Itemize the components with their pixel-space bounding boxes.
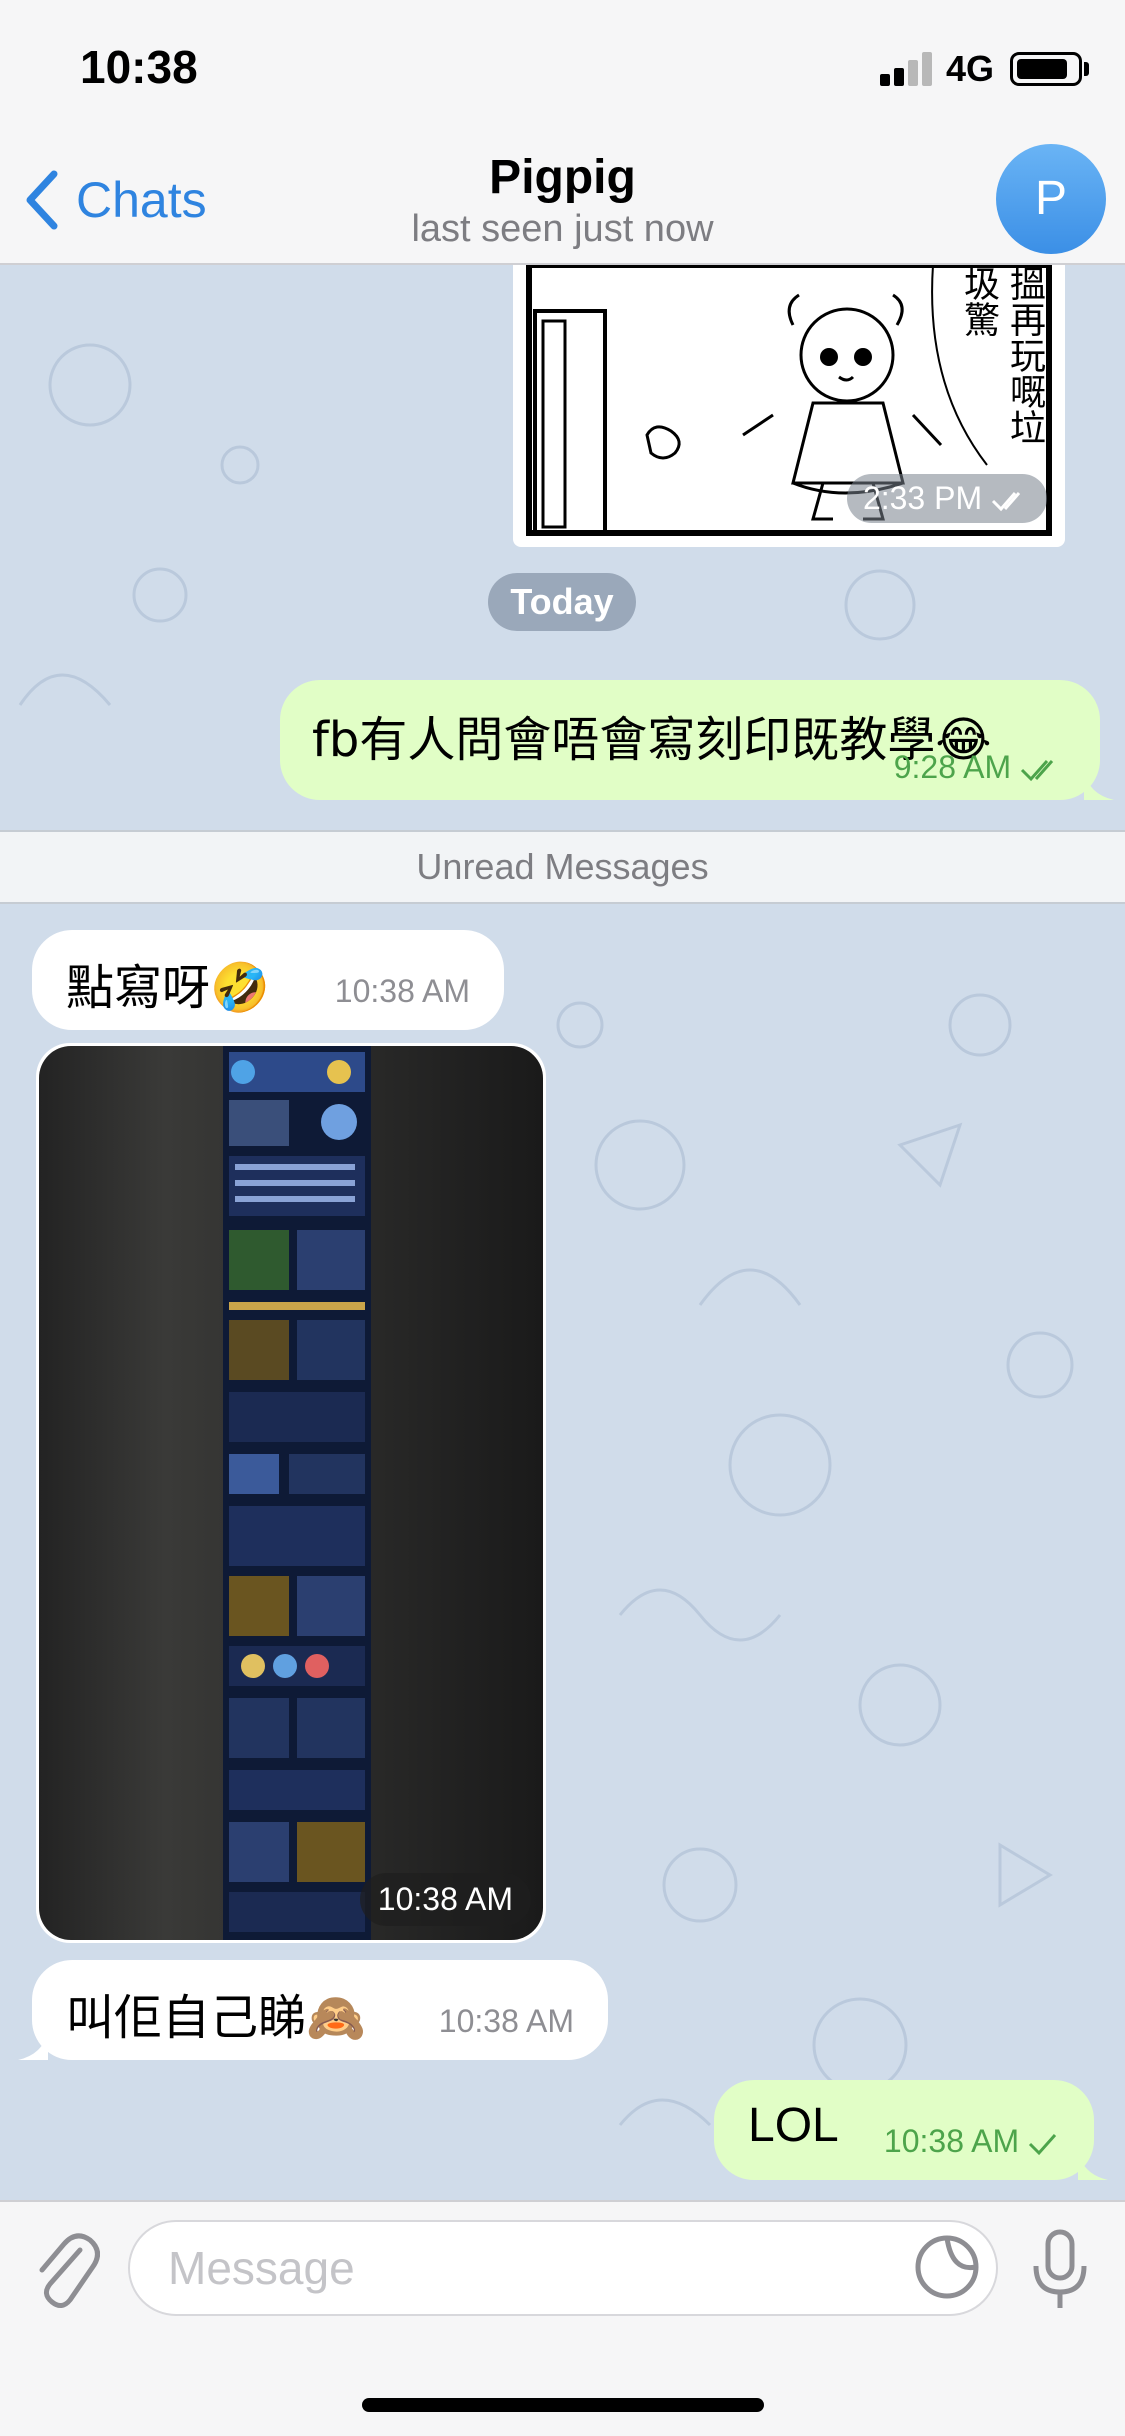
bubble-tail [18,2030,48,2060]
outgoing-message[interactable]: LOL 10:38 AM [714,2080,1108,2180]
message-input[interactable] [128,2220,998,2316]
photo-message[interactable]: 10:38 AM [36,1043,546,1943]
message-text: fb有人問會唔會寫刻印既教學😂 [312,712,992,768]
sticker-icon[interactable] [912,2232,982,2302]
check-icon [1028,2133,1057,2155]
double-check-icon [991,491,1021,511]
incoming-message[interactable]: 叫佢自己睇🙈 10:38 AM [18,1960,608,2060]
status-time: 10:38 [80,41,198,93]
microphone-icon[interactable] [1030,2228,1090,2312]
paperclip-icon[interactable] [30,2232,100,2312]
date-separator: Today [488,573,636,631]
message-time: 2:33 PM [846,474,1047,523]
message-time: 10:38 AM [438,2003,574,2039]
last-seen-status: last seen just now [411,208,714,250]
outgoing-message[interactable]: fb有人問會唔會寫刻印既教學😂 9:28 AM [280,680,1114,800]
battery-icon [1010,52,1082,86]
network-type: 4G [946,48,995,89]
avatar[interactable]: P [996,144,1106,254]
status-bar: 10:38 4G [0,0,1125,130]
bubble-tail [1078,2150,1108,2180]
bubble-tail [1084,770,1114,800]
message-time: 10:38 AM [884,2123,1058,2160]
message-text: 點寫呀🤣 [66,960,270,1016]
incoming-message[interactable]: 點寫呀🤣 10:38 AM [32,930,504,1030]
message-time: 10:38 AM [334,973,470,1009]
chat-header: Chats Pigpig last seen just now P [0,130,1125,265]
signal-strength-icon [880,52,934,86]
message-list[interactable]: 搵再玩嘅垃圾驚 2:33 PM Today fb有人問會唔會寫刻印既教學😂 9:… [0,265,1125,2200]
comic-image-message[interactable]: 搵再玩嘅垃圾驚 2:33 PM [513,265,1065,547]
comic-text: 搵再玩嘅垃圾驚 [958,265,1045,445]
photo-content [223,1046,371,1940]
message-text: 叫佢自己睇🙈 [66,1990,366,2046]
photo-thumbnail: 10:38 AM [39,1046,543,1940]
unread-messages-divider: Unread Messages [0,830,1125,904]
home-indicator[interactable] [362,2398,764,2412]
double-check-icon [1020,759,1054,781]
chat-title[interactable]: Pigpig [0,150,1125,205]
battery-cap [1084,62,1089,76]
message-time: 10:38 AM [359,1873,531,1926]
message-text: LOL [748,2099,839,2152]
message-time: 9:28 AM [894,749,1064,786]
